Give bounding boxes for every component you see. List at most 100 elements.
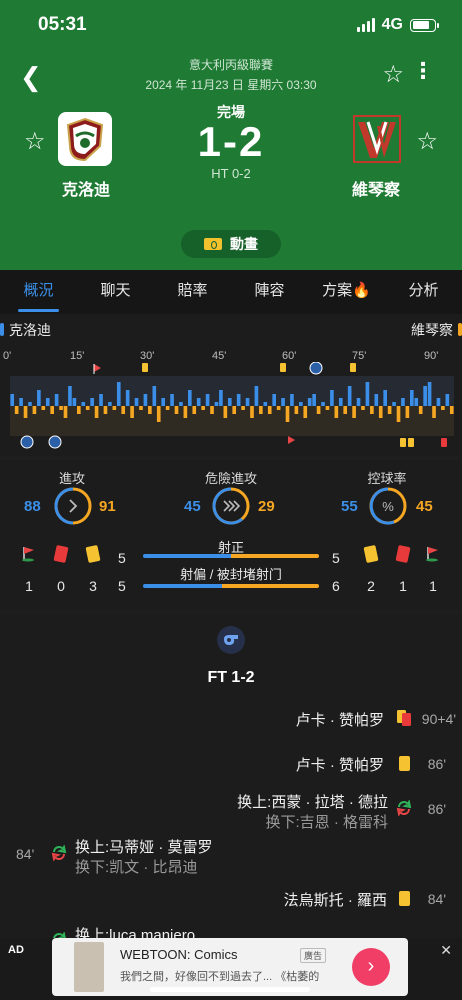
ad-banner: AD WEBTOON: Comics 廣告 我們之間，好像回不到過去了... 《…: [0, 938, 462, 1000]
event-player[interactable]: 卢卡 · 赞帕罗: [296, 709, 384, 730]
possession-ring: %: [369, 487, 407, 525]
away-red-cards: 1: [399, 578, 407, 594]
percent-icon: %: [382, 499, 394, 514]
minute-label: 30': [140, 350, 155, 362]
momentum-away-label: 維琴察: [411, 320, 462, 340]
attack-home-value: 88: [24, 498, 41, 515]
tab-lineup[interactable]: 陣容: [231, 270, 308, 314]
yellow-card-icon: [408, 438, 414, 447]
red-card-icon: [441, 438, 447, 447]
yellow-card-icon: [400, 438, 406, 447]
yellow-card-icon: [350, 363, 356, 372]
away-corners: 1: [429, 578, 437, 594]
yellow-card-icon: [399, 756, 410, 771]
ad-description: 我們之間，好像回不到過去了... 《枯萎的...: [120, 971, 320, 983]
tab-chat[interactable]: 聊天: [77, 270, 154, 314]
screen: 05:31 4G ❮ 意大利丙級聯賽 2024 年 11月23 日 星期六 03…: [0, 0, 462, 1000]
ad-thumbnail: [74, 942, 104, 992]
sub-out-player[interactable]: 换下:凯文 · 比昂迪: [75, 856, 198, 877]
sub-out-player[interactable]: 换下:吉恩 · 格雷科: [266, 811, 389, 832]
chevron-right-icon: [69, 499, 78, 513]
corner-flag-icon: [94, 364, 101, 372]
match-stats: 進攻 88 91 危險進攻 45 29 控球率 5 5 % 45 1 0 3 5 …: [0, 460, 462, 610]
on-target-bar: [143, 554, 319, 558]
substitution-icon: [51, 845, 67, 861]
yellow-card-icon: [142, 363, 148, 372]
dangerous-away-value: 29: [258, 498, 275, 515]
match-header: 05:31 4G ❮ 意大利丙級聯賽 2024 年 11月23 日 星期六 03…: [0, 0, 462, 270]
away-off-target: 6: [332, 578, 340, 594]
away-yellow-cards: 2: [367, 578, 375, 594]
event-minute: 84': [427, 891, 446, 907]
tab-analysis[interactable]: 分析: [385, 270, 462, 314]
away-on-target: 5: [332, 550, 340, 566]
corner-flag-icon: [288, 436, 295, 444]
corner-flag-icon: [426, 547, 438, 562]
event-player[interactable]: 法烏斯托 · 羅西: [284, 889, 387, 910]
goal-ball-icon: [48, 435, 62, 449]
pitch-icon: [204, 238, 222, 250]
ad-open-button[interactable]: ›: [352, 948, 390, 986]
favorite-match-icon[interactable]: ☆: [382, 60, 404, 89]
off-target-bar: [143, 584, 319, 588]
possession-away-value: 45: [416, 498, 433, 515]
dangerous-attack-ring: [212, 487, 250, 525]
triple-chevron-icon: [223, 500, 241, 512]
dangerous-home-value: 45: [184, 498, 201, 515]
away-team-logo[interactable]: [350, 112, 404, 166]
signal-icon: [356, 18, 375, 32]
momentum-team-row: 克洛迪 維琴察: [0, 314, 462, 344]
momentum-chart: 0' 15' 30' 45' 60' 75' 90': [0, 344, 462, 456]
attack-away-value: 91: [99, 498, 116, 515]
sub-in-player[interactable]: 换上:马蒂娅 · 莫雷罗: [75, 836, 213, 857]
goal-ball-icon: [309, 362, 323, 375]
home-corners: 1: [25, 578, 33, 594]
yellow-card-icon: [363, 544, 379, 564]
sub-in-player[interactable]: 换上:西蒙 · 拉塔 · 德拉: [237, 791, 388, 812]
home-indicator[interactable]: [150, 987, 310, 992]
yellow-card-icon: [399, 891, 410, 906]
full-time-score: FT 1-2: [207, 669, 255, 686]
dangerous-attack-label: 危險進攻: [204, 471, 257, 486]
animation-label: 動畫: [230, 236, 258, 252]
status-bar: 05:31 4G: [0, 12, 462, 40]
goal-ball-icon: [20, 435, 34, 449]
animation-button[interactable]: 動畫: [181, 230, 281, 258]
minute-label: 75': [352, 350, 367, 362]
substitution-icon: [396, 800, 412, 816]
tab-bar: 概況 聊天 賠率 陣容 方案🔥 分析: [0, 270, 462, 314]
possession-label: 控球率: [367, 471, 407, 486]
attack-label: 進攻: [58, 471, 85, 486]
red-card-icon: [395, 544, 411, 564]
attack-ring: [54, 487, 92, 525]
home-on-target: 5: [118, 550, 126, 566]
yellow-card-icon: [280, 363, 286, 372]
minute-label: 45': [212, 350, 227, 362]
red-card-icon: [53, 544, 69, 564]
second-yellow-card-icon: [397, 710, 411, 726]
home-red-cards: 0: [57, 578, 65, 594]
home-off-target: 5: [118, 578, 126, 594]
status-right: 4G: [356, 16, 439, 34]
minute-label: 0': [3, 350, 12, 362]
yellow-card-icon: [85, 544, 101, 564]
favorite-away-icon[interactable]: ☆: [416, 127, 438, 156]
away-team-name[interactable]: 維琴察: [334, 176, 418, 200]
network-label: 4G: [381, 16, 403, 33]
tab-overview[interactable]: 概況: [0, 270, 77, 314]
tab-tips[interactable]: 方案🔥: [308, 270, 385, 314]
momentum-home-label: 克洛迪: [0, 320, 51, 340]
off-target-label: 射偏 / 被封堵射门: [180, 567, 282, 582]
whistle-icon: [217, 626, 245, 654]
more-icon[interactable]: ⋮: [412, 60, 434, 82]
ad-label: AD: [8, 944, 24, 956]
tab-odds[interactable]: 賠率: [154, 270, 231, 314]
close-icon[interactable]: ✕: [440, 942, 452, 959]
event-player[interactable]: 卢卡 · 赞帕罗: [296, 754, 384, 775]
battery-icon: [410, 18, 439, 32]
event-minute: 84': [16, 846, 35, 862]
minute-label: 90': [424, 350, 439, 362]
event-minute: 90+4': [421, 711, 456, 727]
ad-title: WEBTOON: Comics: [120, 947, 238, 962]
corner-flag-icon: [22, 547, 34, 562]
